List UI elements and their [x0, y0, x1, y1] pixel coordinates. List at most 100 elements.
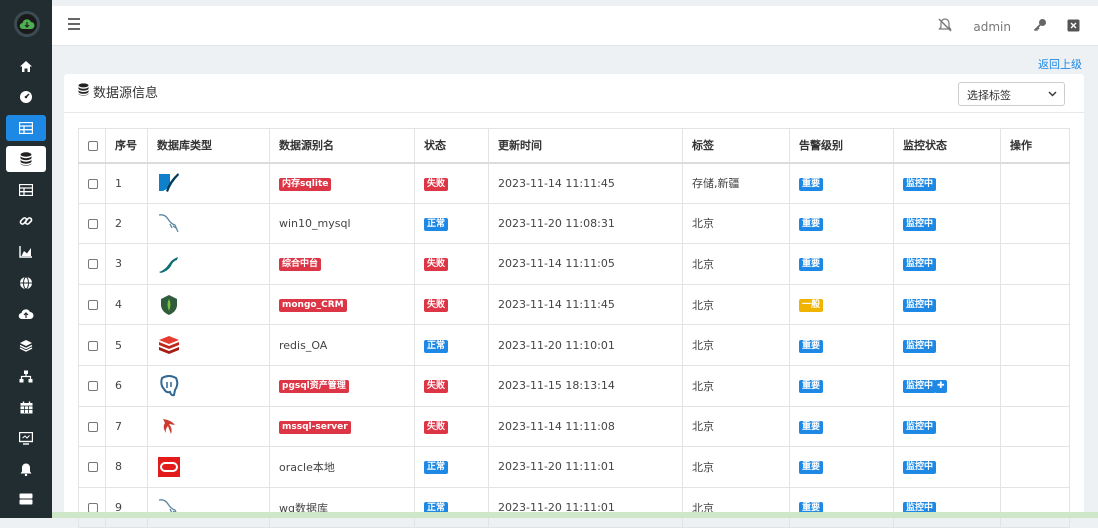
row-checkbox[interactable]: [88, 381, 98, 392]
column-header[interactable]: 监控状态: [893, 128, 1001, 164]
alias-text[interactable]: redis_OA: [279, 339, 327, 352]
actions-cell[interactable]: [1000, 405, 1070, 448]
calendar-icon[interactable]: [6, 394, 46, 420]
alert-level-badge: 重要: [799, 217, 824, 231]
row-checkbox[interactable]: [88, 421, 98, 432]
alias-text[interactable]: oracle本地: [279, 461, 335, 474]
db-type-cell: [147, 446, 270, 488]
status-badge: 正常: [424, 339, 449, 353]
datasource-card: 数据源信息 选择标签 序号 数据库类型 数据源别名 状态 更新时间 标签 告警级…: [64, 74, 1084, 528]
row-number: 4: [105, 283, 148, 326]
actions-cell[interactable]: [1000, 243, 1070, 285]
select-all-checkbox[interactable]: [88, 140, 98, 151]
actions-cell[interactable]: [1000, 202, 1070, 245]
monitor-cell: 监控中: [893, 202, 1001, 245]
mariadb-icon: [157, 256, 181, 273]
alert-level-badge: 重要: [799, 258, 824, 272]
actions-cell[interactable]: [1000, 162, 1070, 204]
column-header[interactable]: 更新时间: [488, 128, 683, 164]
table-row[interactable]: 2 win10_mysql 正常 2023-11-20 11:08:31 北京 重要 监控中: [78, 202, 1070, 245]
column-header[interactable]: 操作: [1000, 128, 1070, 164]
select-all-cell: [78, 128, 106, 164]
select-cell: [78, 283, 106, 326]
alias-text[interactable]: win10_mysql: [279, 217, 351, 230]
back-link[interactable]: 返回上级: [1038, 56, 1082, 72]
actions-cell[interactable]: [1000, 446, 1070, 488]
oracle-icon: [157, 456, 181, 477]
select-cell: [78, 202, 106, 245]
table-row[interactable]: 8 oracle本地 正常 2023-11-20 11:11:01 北京 重要 监控中: [78, 446, 1070, 488]
cloud-upload-icon[interactable]: [6, 301, 46, 327]
table-row[interactable]: 3 综合中台 失败 2023-11-14 11:11:05 北京 重要 监控中: [78, 243, 1070, 285]
dashboard-icon[interactable]: [6, 84, 46, 110]
redis-icon: [157, 336, 181, 355]
select-cell: [78, 486, 106, 528]
actions-cell[interactable]: [1000, 283, 1070, 326]
sitemap-icon[interactable]: [6, 363, 46, 389]
cloud-logo-icon[interactable]: [14, 11, 40, 37]
key-icon[interactable]: [1033, 18, 1047, 35]
table-grid-icon[interactable]: [6, 115, 46, 141]
row-checkbox[interactable]: [88, 340, 98, 351]
row-number: 1: [105, 162, 148, 204]
row-checkbox[interactable]: [88, 259, 98, 270]
row-checkbox[interactable]: [88, 300, 98, 311]
column-header[interactable]: 状态: [414, 128, 489, 164]
tag-filter-select[interactable]: 选择标签: [958, 82, 1065, 106]
monitor-icon[interactable]: [6, 425, 46, 451]
tag-cell: 北京: [682, 202, 790, 245]
logout-icon[interactable]: [1067, 19, 1080, 35]
status-cell: 正常: [414, 202, 489, 245]
row-number: 6: [105, 364, 148, 407]
table-row[interactable]: 4 mongo_CRM 失败 2023-11-14 11:11:45 北京 一般 监控中: [78, 283, 1070, 326]
table-row[interactable]: 9 wg数据库 正常 2023-11-20 11:11:01 北京 重要 监控中: [78, 486, 1070, 528]
area-chart-icon[interactable]: [6, 239, 46, 265]
alias-badge[interactable]: mongo_CRM: [279, 299, 347, 313]
bell-icon[interactable]: [6, 456, 46, 482]
actions-cell[interactable]: [1000, 324, 1070, 366]
column-header[interactable]: 告警级别: [789, 128, 894, 164]
datasource-table: 序号 数据库类型 数据源别名 状态 更新时间 标签 告警级别 监控状态 操作 1…: [78, 128, 1070, 528]
link-icon[interactable]: [6, 208, 46, 234]
alias-cell: 综合中台: [269, 243, 415, 285]
server-icon[interactable]: [6, 486, 46, 512]
table-row[interactable]: 1 内存sqlite 失败 2023-11-14 11:11:45 存储,新疆 重要 监控中: [78, 162, 1070, 204]
database-icon[interactable]: [6, 146, 46, 172]
user-name[interactable]: admin: [973, 20, 1011, 34]
alias-badge[interactable]: pgsql资产管理: [279, 380, 349, 394]
globe-icon[interactable]: [6, 270, 46, 296]
home-icon[interactable]: [6, 53, 46, 79]
menu-toggle-icon[interactable]: [68, 18, 80, 33]
db-type-cell: [147, 202, 270, 245]
layers-icon[interactable]: [6, 332, 46, 358]
postgresql-icon: [157, 374, 181, 396]
column-header[interactable]: 数据库类型: [147, 128, 270, 164]
row-checkbox[interactable]: [88, 462, 98, 473]
column-header[interactable]: 数据源别名: [269, 128, 415, 164]
row-checkbox[interactable]: [88, 178, 98, 189]
table-icon[interactable]: [6, 177, 46, 203]
select-cell: [78, 324, 106, 366]
alert-cell: 重要: [789, 446, 894, 488]
updated-time: 2023-11-20 11:10:01: [488, 324, 683, 366]
db-type-cell: [147, 364, 270, 407]
actions-cell[interactable]: [1000, 364, 1070, 407]
tag-cell: 北京: [682, 324, 790, 366]
row-number: 8: [105, 446, 148, 488]
row-checkbox[interactable]: [88, 218, 98, 229]
alias-badge[interactable]: 综合中台: [279, 258, 322, 272]
alias-badge[interactable]: 内存sqlite: [279, 177, 332, 191]
table-row[interactable]: 5 redis_OA 正常 2023-11-20 11:10:01 北京 重要 监控中: [78, 324, 1070, 366]
db-type-cell: [147, 324, 270, 366]
column-header[interactable]: 序号: [105, 128, 148, 164]
actions-cell[interactable]: [1000, 486, 1070, 528]
column-header[interactable]: 标签: [682, 128, 790, 164]
alias-badge[interactable]: mssql-server: [279, 420, 351, 434]
table-row[interactable]: 7 mssql-server 失败 2023-11-14 11:11:08 北京 重要 监控…: [78, 405, 1070, 448]
table-row[interactable]: 6 pgsql资产管理 失败 2023-11-15 18:13:14 北京 重要 监控中 ✚: [78, 364, 1070, 407]
alias-cell: pgsql资产管理: [269, 364, 415, 407]
bell-slash-icon[interactable]: [937, 17, 953, 36]
horizontal-scrollbar[interactable]: [52, 512, 1098, 518]
select-cell: [78, 162, 106, 204]
card-title-text: 数据源信息: [93, 86, 159, 101]
